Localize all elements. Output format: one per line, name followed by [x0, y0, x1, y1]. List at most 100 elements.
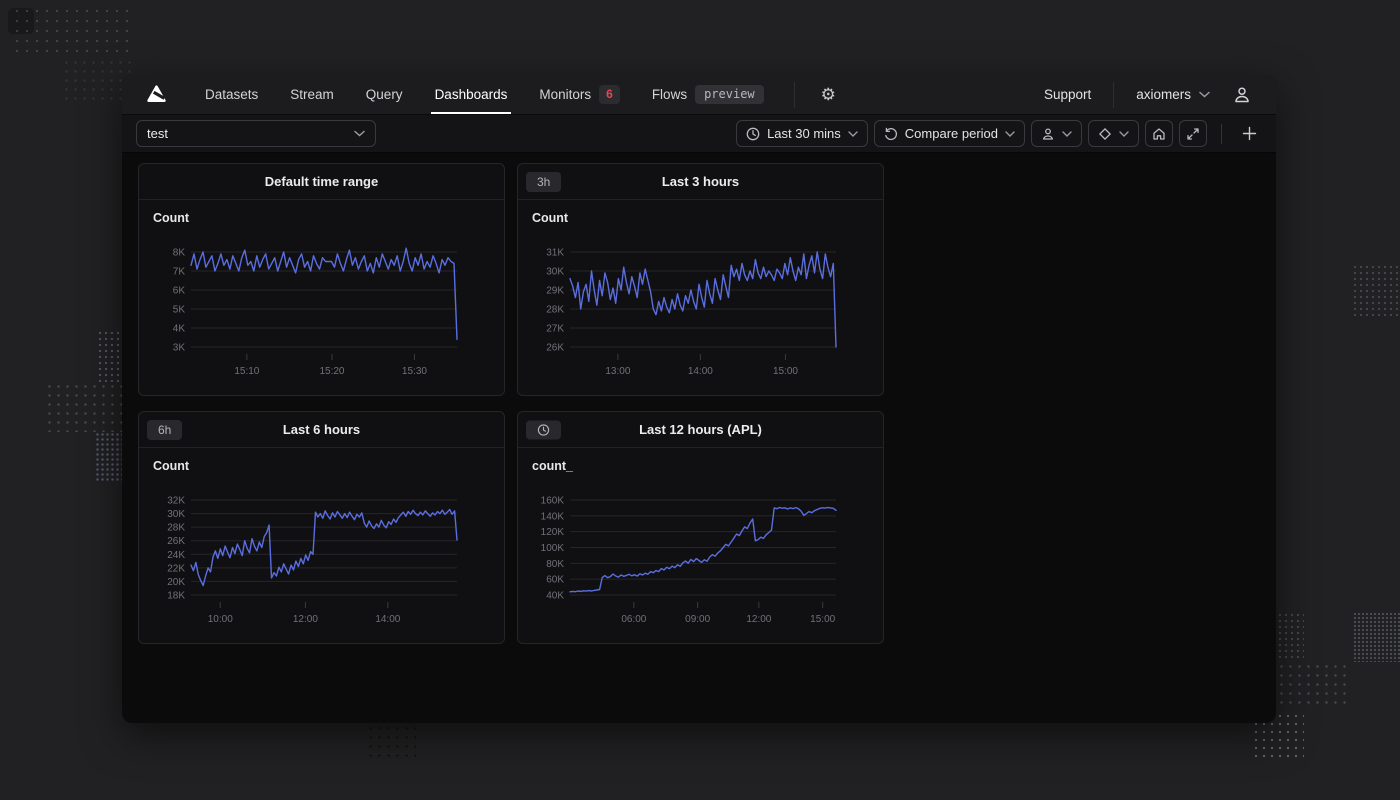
- nav-item-datasets[interactable]: Datasets: [189, 75, 274, 114]
- dashboard-select-value: test: [147, 126, 168, 141]
- svg-text:5K: 5K: [173, 305, 186, 316]
- panel-title: Default time range: [265, 174, 378, 189]
- line-chart[interactable]: 32K30K28K26K24K22K20K18K10:0012:0014:00: [139, 479, 490, 629]
- series-label: Count: [518, 200, 883, 225]
- dashboard-toolbar: test Last 30 mins Compare period: [122, 115, 1276, 153]
- person-icon: [1041, 127, 1055, 141]
- diamond-icon: [1098, 127, 1112, 141]
- svg-text:14:00: 14:00: [688, 366, 713, 377]
- corner-square-decoration: [8, 8, 34, 34]
- chevron-down-icon: [1119, 131, 1129, 137]
- series-label: Count: [139, 200, 504, 225]
- dots-decoration: [1353, 612, 1400, 662]
- history-icon: [884, 127, 898, 141]
- panel-last-3-hours: 3h Last 3 hours Count 31K30K29K28K27K26K…: [517, 163, 884, 396]
- svg-text:29K: 29K: [546, 286, 564, 297]
- dots-decoration: [1277, 662, 1349, 706]
- time-range-badge-clock: [526, 420, 561, 439]
- app-window: Datasets Stream Query Dashboards Monitor…: [122, 75, 1276, 723]
- nav-item-monitors[interactable]: Monitors 6: [523, 75, 635, 114]
- panel-last-6-hours: 6h Last 6 hours Count 32K30K28K26K24K22K…: [138, 411, 505, 644]
- chevron-down-icon: [1062, 131, 1072, 137]
- dots-decoration: [1277, 612, 1304, 658]
- svg-text:140K: 140K: [541, 511, 565, 522]
- panel-title: Last 3 hours: [662, 174, 739, 189]
- line-chart[interactable]: 31K30K29K28K27K26K13:0014:0015:00: [518, 231, 869, 381]
- user-filter-button[interactable]: [1031, 120, 1082, 147]
- nav-item-flows[interactable]: Flows preview: [636, 75, 780, 114]
- org-name: axiomers: [1136, 87, 1191, 102]
- svg-text:06:00: 06:00: [621, 614, 646, 625]
- svg-text:30K: 30K: [167, 509, 185, 520]
- panel-title: Last 12 hours (APL): [639, 422, 762, 437]
- settings-gear-button[interactable]: ⚙: [795, 75, 862, 114]
- panel-last-12-hours-apl: Last 12 hours (APL) count_ 160K 140K 120K 1…: [517, 411, 884, 644]
- home-button[interactable]: [1145, 120, 1173, 147]
- svg-text:14:00: 14:00: [375, 614, 400, 625]
- chevron-down-icon: [848, 131, 858, 137]
- gear-icon: ⚙: [821, 85, 836, 105]
- svg-text:40K: 40K: [546, 591, 564, 602]
- axiom-logo[interactable]: [146, 75, 167, 114]
- svg-text:15:00: 15:00: [810, 614, 835, 625]
- org-switcher[interactable]: axiomers: [1136, 87, 1210, 102]
- svg-text:31K: 31K: [546, 248, 564, 259]
- chevron-down-icon: [1005, 131, 1015, 137]
- nav-divider: [1113, 82, 1114, 108]
- nav-label: Datasets: [205, 87, 258, 102]
- svg-text:100K: 100K: [541, 543, 565, 554]
- support-link[interactable]: Support: [1044, 87, 1091, 102]
- expand-icon: [1186, 127, 1200, 141]
- svg-text:12:00: 12:00: [746, 614, 771, 625]
- svg-text:160K: 160K: [541, 496, 565, 507]
- dashboard-select[interactable]: test: [136, 120, 376, 147]
- user-profile-button[interactable]: [1232, 85, 1252, 105]
- add-panel-button[interactable]: [1236, 121, 1262, 147]
- svg-text:26K: 26K: [167, 536, 185, 547]
- panel-header: 3h Last 3 hours: [518, 164, 883, 200]
- nav-item-stream[interactable]: Stream: [274, 75, 350, 114]
- panel-header: Default time range: [139, 164, 504, 200]
- dots-decoration: [366, 724, 416, 762]
- toolbar-divider: [1221, 124, 1222, 144]
- nav-item-dashboards[interactable]: Dashboards: [419, 75, 524, 114]
- view-options-button[interactable]: [1088, 120, 1139, 147]
- svg-text:3K: 3K: [173, 343, 186, 354]
- svg-text:09:00: 09:00: [685, 614, 710, 625]
- svg-text:4K: 4K: [173, 324, 186, 335]
- svg-text:20K: 20K: [167, 577, 185, 588]
- clock-icon: [537, 423, 550, 436]
- panel-title: Last 6 hours: [283, 422, 360, 437]
- svg-text:30K: 30K: [546, 267, 564, 278]
- dots-decoration: [45, 382, 131, 432]
- svg-text:60K: 60K: [546, 575, 564, 586]
- expand-button[interactable]: [1179, 120, 1207, 147]
- panel-header: 6h Last 6 hours: [139, 412, 504, 448]
- nav-item-query[interactable]: Query: [350, 75, 419, 114]
- nav-label: Stream: [290, 87, 334, 102]
- svg-text:7K: 7K: [173, 267, 186, 278]
- line-chart[interactable]: 8K7K6K5K4K3K15:1015:2015:30: [139, 231, 490, 381]
- compare-period-button[interactable]: Compare period: [874, 120, 1025, 147]
- svg-text:22K: 22K: [167, 563, 185, 574]
- dots-decoration: [1352, 264, 1400, 316]
- time-range-button[interactable]: Last 30 mins: [736, 120, 868, 147]
- svg-text:120K: 120K: [541, 527, 565, 538]
- line-chart[interactable]: 160K140K120K100K80K60K40K06:0009:0012:00…: [518, 479, 869, 629]
- nav-label: Flows: [652, 87, 687, 102]
- time-range-badge: 3h: [526, 172, 561, 192]
- svg-text:26K: 26K: [546, 343, 564, 354]
- series-label: Count: [139, 448, 504, 473]
- dashboard-content: Default time range Count 8K7K6K5K4K3K15:…: [122, 153, 1276, 644]
- compare-period-label: Compare period: [905, 126, 998, 141]
- svg-text:28K: 28K: [546, 305, 564, 316]
- chevron-down-icon: [1199, 91, 1210, 98]
- svg-text:15:00: 15:00: [773, 366, 798, 377]
- time-range-label: Last 30 mins: [767, 126, 841, 141]
- svg-text:15:10: 15:10: [234, 366, 259, 377]
- preview-badge: preview: [695, 85, 764, 104]
- svg-text:6K: 6K: [173, 286, 186, 297]
- nav-label: Query: [366, 87, 403, 102]
- panel-header: Last 12 hours (APL): [518, 412, 883, 448]
- series-label: count_: [518, 448, 883, 473]
